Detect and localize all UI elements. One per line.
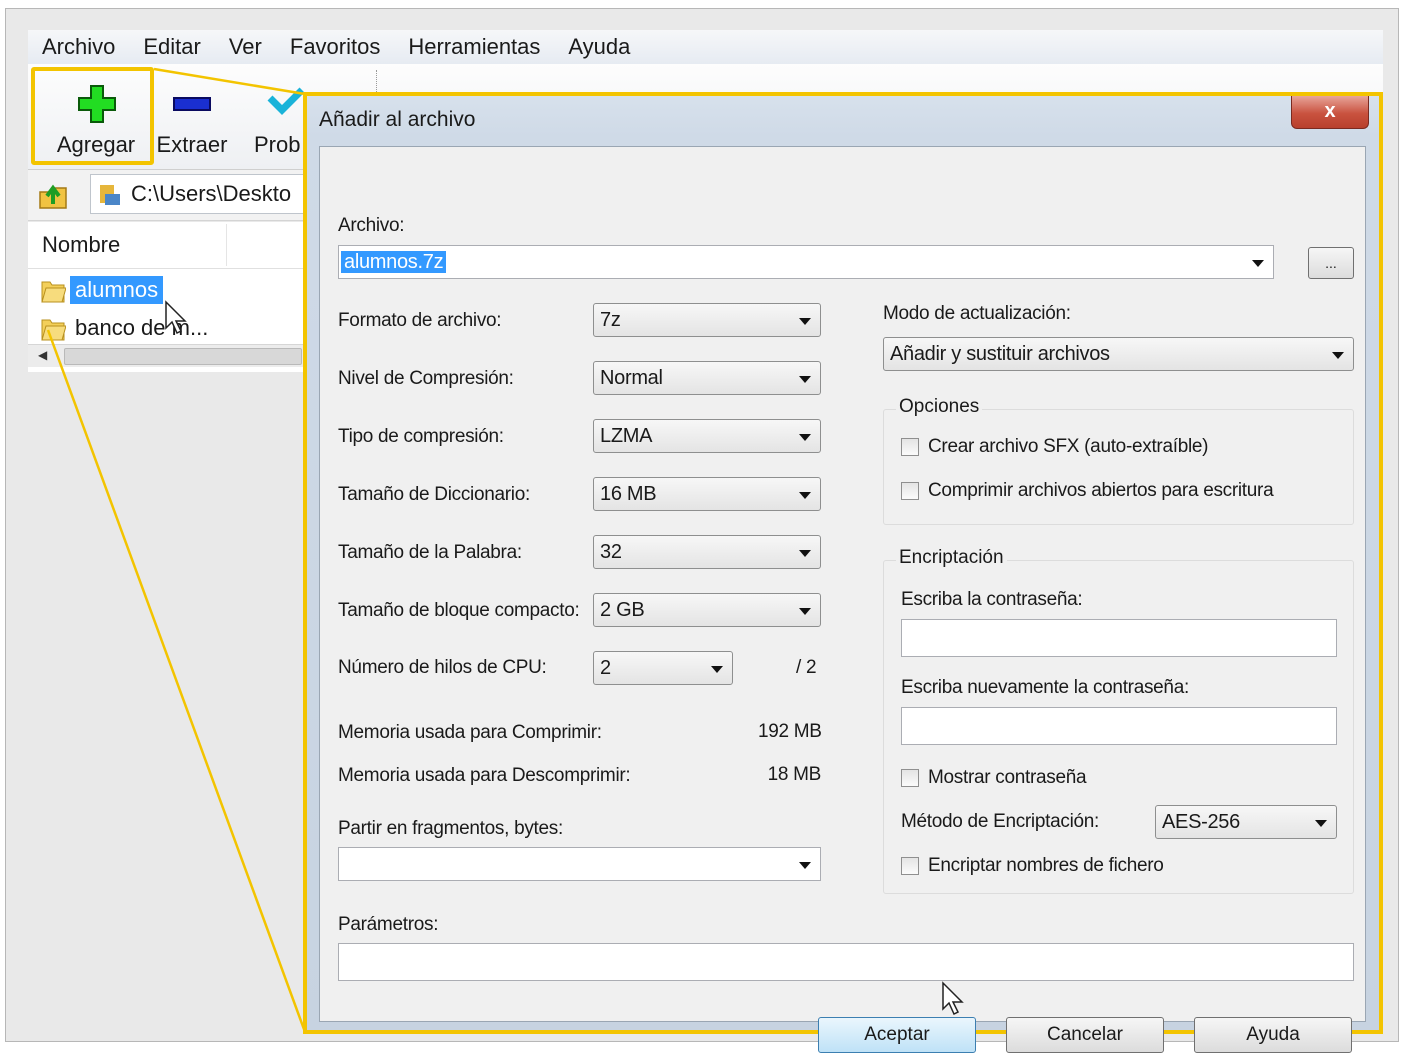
word-size-select[interactable]: 32: [593, 535, 821, 569]
threads-value: 2: [600, 657, 611, 679]
ok-button[interactable]: Aceptar: [818, 1017, 976, 1053]
dropdown-arrow-icon: [799, 492, 811, 499]
solid-block-select[interactable]: 2 GB: [593, 593, 821, 627]
update-mode-select[interactable]: Añadir y sustituir archivos: [883, 337, 1354, 371]
format-value: 7z: [600, 309, 621, 331]
memory-compress-value: 192 MB: [758, 721, 822, 742]
update-mode-label: Modo de actualización:: [883, 303, 1071, 324]
method-value: LZMA: [600, 425, 653, 447]
threads-max: / 2: [796, 657, 817, 678]
split-label: Partir en fragmentos, bytes:: [338, 818, 563, 839]
dropdown-arrow-icon: [799, 434, 811, 441]
checkbox-box: [901, 857, 919, 875]
checkbox-box: [901, 482, 919, 500]
dropdown-arrow-icon: [799, 608, 811, 615]
sfx-label: Crear archivo SFX (auto-extraíble): [928, 436, 1209, 457]
threads-select[interactable]: 2: [593, 651, 733, 685]
dialog-title: Añadir al archivo: [319, 108, 476, 131]
password-label: Escriba la contraseña:: [901, 589, 1083, 610]
dropdown-arrow-icon: [799, 550, 811, 557]
password-confirm-input[interactable]: [901, 707, 1337, 745]
word-size-value: 32: [600, 541, 622, 563]
solid-block-label: Tamaño de bloque compacto:: [338, 600, 580, 621]
encryption-method-select[interactable]: AES-256: [1155, 805, 1337, 839]
mouse-cursor-icon: [942, 981, 964, 1016]
encryption-method-label: Método de Encriptación:: [901, 811, 1099, 832]
checkbox-box: [901, 769, 919, 787]
dialog-body: Archivo: alumnos.7z ... Formato de archi…: [319, 146, 1366, 1053]
options-group: Opciones Crear archivo SFX (auto-extraíb…: [883, 396, 1354, 525]
dropdown-arrow-icon: [1315, 820, 1327, 827]
parameters-input[interactable]: [338, 943, 1354, 981]
options-title: Opciones: [896, 396, 983, 418]
cancel-button[interactable]: Cancelar: [1006, 1017, 1164, 1053]
dropdown-arrow-icon: [711, 666, 723, 673]
encryption-group: Encriptación Escriba la contraseña: Escr…: [883, 547, 1354, 894]
checkbox-box: [901, 438, 919, 456]
memory-compress-label: Memoria usada para Comprimir:: [338, 722, 602, 743]
level-value: Normal: [600, 367, 663, 389]
parameters-label: Parámetros:: [338, 914, 439, 935]
memory-decompress-label: Memoria usada para Descomprimir:: [338, 765, 631, 786]
password-input[interactable]: [901, 619, 1337, 657]
format-label: Formato de archivo:: [338, 310, 502, 331]
close-button[interactable]: x: [1291, 96, 1369, 129]
encryption-title: Encriptación: [896, 547, 1007, 569]
help-button[interactable]: Ayuda: [1194, 1017, 1352, 1053]
dropdown-arrow-icon: [1252, 260, 1264, 267]
threads-label: Número de hilos de CPU:: [338, 657, 547, 678]
show-password-label: Mostrar contraseña: [928, 767, 1087, 788]
encrypt-names-label: Encriptar nombres de fichero: [928, 855, 1164, 876]
word-size-label: Tamaño de la Palabra:: [338, 542, 522, 563]
dictionary-select[interactable]: 16 MB: [593, 477, 821, 511]
format-select[interactable]: 7z: [593, 303, 821, 337]
archive-label: Archivo:: [338, 215, 405, 236]
dropdown-arrow-icon: [1332, 352, 1344, 359]
level-label: Nivel de Compresión:: [338, 368, 514, 389]
dropdown-arrow-icon: [799, 862, 811, 869]
password-confirm-label: Escriba nuevamente la contraseña:: [901, 677, 1189, 698]
update-mode-value: Añadir y sustituir archivos: [890, 343, 1110, 365]
dropdown-arrow-icon: [799, 318, 811, 325]
archive-name-combo[interactable]: alumnos.7z: [338, 245, 1274, 279]
dropdown-arrow-icon: [799, 376, 811, 383]
memory-decompress-value: 18 MB: [767, 764, 822, 785]
method-label: Tipo de compresión:: [338, 426, 504, 447]
method-select[interactable]: LZMA: [593, 419, 821, 453]
add-to-archive-dialog: Añadir al archivo x Archivo: alumnos.7z …: [303, 92, 1383, 1053]
solid-block-value: 2 GB: [600, 599, 645, 621]
archive-name-value: alumnos.7z: [341, 251, 447, 274]
shared-files-label: Comprimir archivos abiertos para escritu…: [928, 480, 1274, 501]
level-select[interactable]: Normal: [593, 361, 821, 395]
dictionary-label: Tamaño de Diccionario:: [338, 484, 530, 505]
split-select[interactable]: [338, 847, 821, 881]
encryption-method-value: AES-256: [1162, 811, 1240, 833]
browse-button[interactable]: ...: [1308, 247, 1354, 279]
dictionary-value: 16 MB: [600, 483, 657, 505]
